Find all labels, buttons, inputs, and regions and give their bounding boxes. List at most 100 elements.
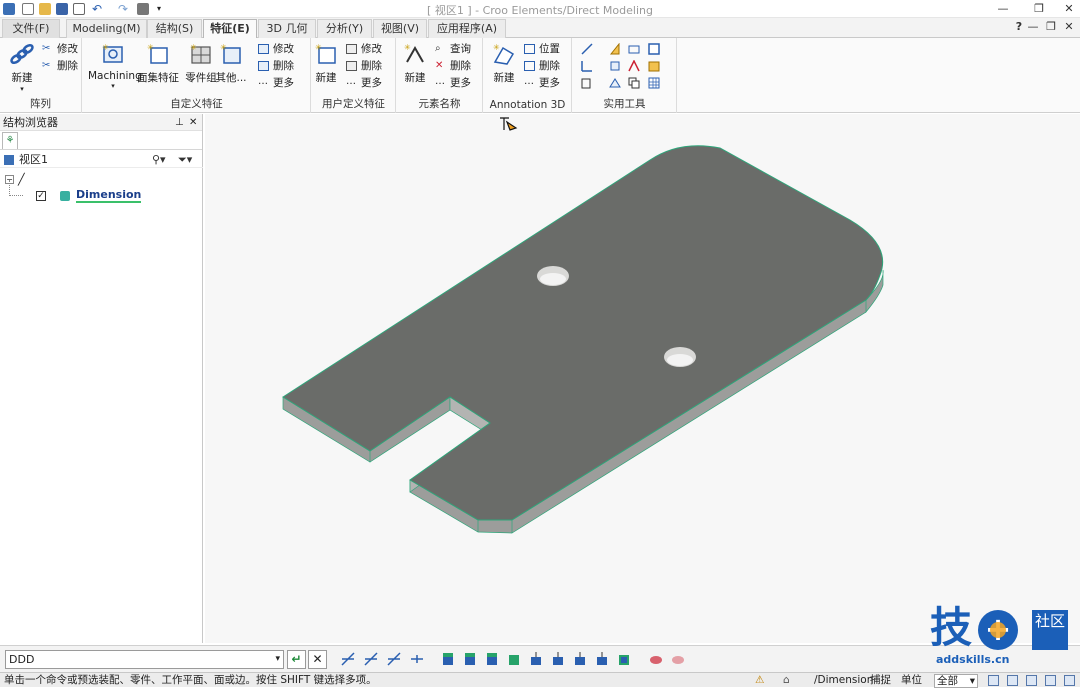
view-iso-2-icon[interactable]	[462, 651, 478, 667]
machining-label: Machining	[88, 70, 142, 82]
plane-tool-icon[interactable]	[609, 60, 621, 72]
view-iso-1-icon[interactable]	[440, 651, 456, 667]
user-feature-delete-button[interactable]: 删除	[346, 58, 382, 74]
tree-part-row[interactable]: ✓ Dimension	[0, 180, 203, 204]
ok-button[interactable]: ↵	[287, 650, 306, 669]
annotation-more-button[interactable]: … 更多	[524, 75, 560, 91]
view-side-icon[interactable]	[616, 651, 632, 667]
frame-tool-icon[interactable]	[648, 43, 660, 55]
angle-tool-icon[interactable]	[609, 43, 621, 55]
annotation-new-button[interactable]: ✳ 新建	[482, 40, 526, 85]
sub-restore-button[interactable]: ❐	[1042, 19, 1060, 35]
visibility-checkbox[interactable]: ✓	[36, 191, 46, 201]
array-new-button[interactable]: 新建 ▾	[0, 40, 44, 93]
view-front-icon[interactable]	[528, 651, 544, 667]
view-row[interactable]: 视区1 ⚲▾ ⏷▾	[0, 152, 203, 168]
status-warning-icon[interactable]: ⚠	[755, 674, 764, 688]
nav-back-icon[interactable]	[1026, 675, 1037, 686]
svg-text:✳: ✳	[315, 43, 322, 52]
part-icon	[60, 191, 70, 201]
face-set-feature-button[interactable]: ✳ 面集特征	[136, 40, 180, 85]
view-top-icon[interactable]	[572, 651, 588, 667]
machining-button[interactable]: ✳ Machining ▾	[88, 40, 142, 90]
chain-link-icon	[9, 42, 35, 66]
nav-forward-icon[interactable]	[1045, 675, 1056, 686]
tab-3d-geometry[interactable]: 3D 几何	[258, 19, 316, 38]
user-feature-new-button[interactable]: ✳ 新建	[304, 40, 348, 85]
snap-button[interactable]: 捕捉	[870, 674, 891, 688]
view-tool-4-icon[interactable]	[409, 651, 425, 667]
sub-close-button[interactable]: ✕	[1060, 19, 1078, 35]
browser-close-button[interactable]: ✕	[189, 114, 197, 131]
tree-tab-icon[interactable]: ⚘	[2, 132, 18, 149]
array-new-label: 新建	[11, 72, 33, 84]
view-bottom-icon[interactable]	[594, 651, 610, 667]
command-input[interactable]: DDD ▾	[5, 650, 284, 669]
copy-tool-icon[interactable]	[628, 77, 640, 89]
render-mode-2-icon[interactable]	[670, 651, 686, 667]
unit-button[interactable]: 单位	[901, 674, 922, 688]
tab-applications[interactable]: 应用程序(A)	[428, 19, 506, 38]
close-button[interactable]: ✕	[1060, 1, 1078, 17]
tab-feature[interactable]: 特征(E)	[203, 19, 257, 39]
section-tool-icon[interactable]	[609, 77, 621, 89]
grid-tool-icon[interactable]	[648, 77, 660, 89]
transform-tool-icon[interactable]	[628, 60, 640, 72]
view-tool-1-icon[interactable]	[340, 651, 356, 667]
feature-modify-button[interactable]: 修改	[258, 41, 294, 57]
menu-tab-bar: 文件(F) Modeling(M) 结构(S) 特征(E) 3D 几何 分析(Y…	[0, 18, 1080, 39]
tab-view[interactable]: 视图(V)	[373, 19, 427, 38]
tab-modeling[interactable]: Modeling(M)	[66, 19, 147, 38]
filter-select[interactable]: 全部 ▾	[934, 674, 978, 688]
view-tool-3-icon[interactable]	[386, 651, 402, 667]
selection-mode-1-icon[interactable]	[988, 675, 999, 686]
browser-header: 结构浏览器 ⊥ ✕	[0, 114, 202, 131]
chevron-down-icon[interactable]: ▾	[275, 651, 280, 668]
array-modify-button[interactable]: ✂ 修改	[42, 41, 78, 57]
view-tool-2-icon[interactable]	[363, 651, 379, 667]
view-back-icon[interactable]	[550, 651, 566, 667]
measure-tool-icon[interactable]	[628, 43, 640, 55]
render-mode-1-icon[interactable]	[648, 651, 664, 667]
cancel-button[interactable]: ✕	[308, 650, 327, 669]
group-utilities-label: 实用工具	[603, 98, 646, 110]
annotation-delete-button[interactable]: 删除	[524, 58, 560, 74]
binoculars-icon[interactable]: ⚲▾	[152, 152, 166, 168]
view-iso-3-icon[interactable]	[484, 651, 500, 667]
element-name-new-button[interactable]: ✳ 新建	[393, 40, 437, 85]
array-delete-button[interactable]: ✂ 删除	[42, 58, 78, 74]
element-name-query-button[interactable]: ⌕ 查询	[435, 41, 471, 57]
user-feature-modify-button[interactable]: 修改	[346, 41, 382, 57]
selection-mode-3-icon[interactable]	[1064, 675, 1075, 686]
annotation-new-label: 新建	[493, 72, 515, 84]
cut-tool-icon[interactable]	[581, 77, 593, 89]
feature-more-button[interactable]: … 更多	[258, 75, 294, 91]
tab-file[interactable]: 文件(F)	[2, 19, 60, 38]
annotation-more-label: 更多	[539, 77, 560, 89]
tab-analysis[interactable]: 分析(Y)	[317, 19, 372, 38]
restore-button[interactable]: ❐	[1030, 1, 1048, 17]
user-feature-more-button[interactable]: … 更多	[346, 75, 382, 91]
folder-tool-icon[interactable]	[648, 60, 660, 72]
group-user-feature: ✳ 新建 修改 删除 … 更多 用户定义特征	[312, 38, 396, 113]
other-feature-button[interactable]: ✳ 其他...	[209, 40, 253, 85]
minimize-button[interactable]: —	[994, 1, 1012, 17]
array-modify-label: 修改	[57, 43, 78, 55]
svg-text:✳: ✳	[147, 43, 154, 52]
selection-mode-2-icon[interactable]	[1007, 675, 1018, 686]
status-lock-icon[interactable]: ⌂	[783, 674, 790, 688]
axis-tool-icon[interactable]	[581, 60, 593, 72]
tab-structure[interactable]: 结构(S)	[147, 19, 202, 38]
viewport-3d[interactable]	[205, 114, 1080, 643]
element-name-delete-button[interactable]: ✕ 删除	[435, 58, 471, 74]
browser-tab-strip: ⚘	[0, 131, 202, 150]
sub-minimize-button[interactable]: —	[1024, 19, 1042, 35]
view-iso-4-icon[interactable]	[506, 651, 522, 667]
annotation-position-button[interactable]: 位置	[524, 41, 560, 57]
model-canvas[interactable]	[205, 114, 1080, 643]
feature-delete-button[interactable]: 删除	[258, 58, 294, 74]
dimension-tool-icon[interactable]	[581, 43, 593, 55]
element-name-more-button[interactable]: … 更多	[435, 75, 471, 91]
filter-icon[interactable]: ⏷▾	[178, 152, 192, 168]
pin-button[interactable]: ⊥	[175, 114, 184, 131]
